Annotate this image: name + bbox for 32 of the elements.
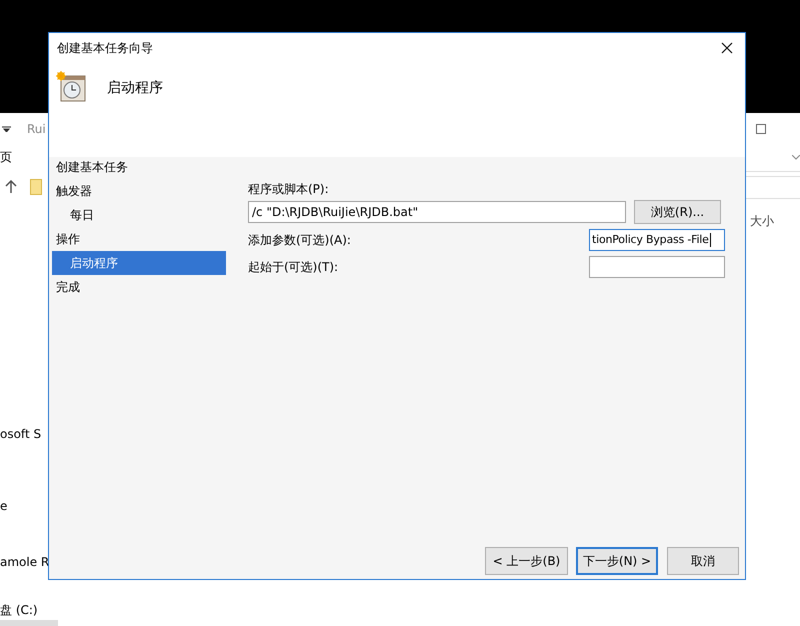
column-header[interactable]: 大小	[750, 213, 774, 230]
field-label: 添加参数(可选)(A):	[248, 232, 351, 248]
nav-item[interactable]: amole R	[0, 555, 50, 569]
input-field[interactable]	[589, 256, 725, 278]
ribbon-tab[interactable]: 页	[0, 149, 12, 166]
chevron-icon[interactable]	[792, 155, 800, 160]
breadcrumb-text[interactable]: Rui	[27, 122, 46, 136]
clock-icon	[55, 71, 87, 103]
maximize-icon[interactable]	[756, 124, 766, 134]
program-field[interactable]: /c "D:\RJDB\RuiJie\RJDB.bat"	[248, 201, 626, 223]
step-item[interactable]: 启动程序	[52, 251, 226, 275]
wizard-button[interactable]: 下一步(N) >	[576, 547, 658, 575]
input-field[interactable]: tionPolicy Bypass -File	[589, 229, 725, 251]
window-title: 创建基本任务向导	[57, 40, 153, 56]
step-item[interactable]: 操作	[52, 227, 226, 251]
field-label: 程序或脚本(P):	[248, 181, 330, 198]
wizard-button[interactable]: 取消	[667, 547, 739, 575]
step-item[interactable]: 触发器	[52, 179, 226, 203]
step-item[interactable]: 每日	[52, 203, 226, 227]
step-item[interactable]: 完成	[52, 275, 226, 299]
folder-icon	[30, 179, 42, 195]
section-title: 创建基本任务	[55, 159, 129, 176]
nav-item[interactable]: 盘 (C:)	[0, 602, 38, 619]
nav-item[interactable]: e	[0, 499, 8, 513]
wizard-button[interactable]: < 上一步(B)	[485, 547, 568, 575]
page-heading: 启动程序	[107, 79, 163, 97]
up-arrow-icon[interactable]	[5, 180, 17, 193]
dropdown-icon[interactable]	[2, 126, 11, 132]
browse-button[interactable]: 浏览(R)...	[634, 200, 721, 224]
nav-item[interactable]: osoft S	[0, 427, 42, 441]
close-icon[interactable]	[721, 42, 733, 54]
field-label: 起始于(可选)(T):	[248, 258, 338, 276]
